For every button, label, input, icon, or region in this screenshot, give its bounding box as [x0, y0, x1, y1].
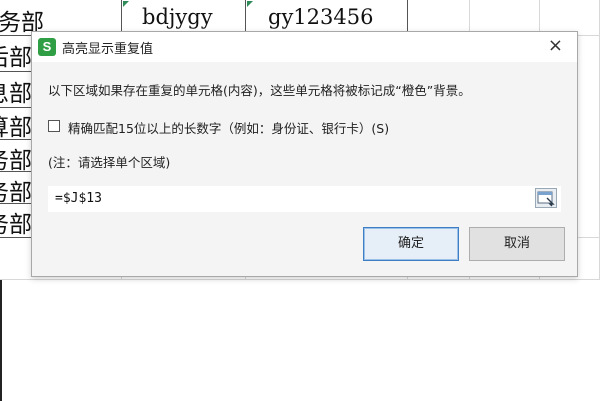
divider — [0, 280, 2, 401]
close-icon[interactable]: × — [548, 35, 563, 57]
cell-text: gy123456 — [268, 5, 374, 29]
long-number-checkbox[interactable] — [48, 120, 60, 132]
range-input[interactable]: =$J$13 — [48, 186, 561, 212]
comment-marker — [247, 1, 253, 7]
dialog-title: 高亮显示重复值 — [62, 42, 154, 57]
row-label-fragment: 后部 — [0, 45, 32, 71]
row-label-fragment: 务部 — [0, 212, 32, 238]
row-label-fragment: 算部 — [0, 115, 32, 141]
row-label-fragment: 务部 — [0, 180, 32, 206]
checkbox-label[interactable]: 精确匹配15位以上的长数字（例如：身份证、银行卡）(S) — [68, 118, 389, 137]
cancel-button[interactable]: 取消 — [469, 227, 565, 261]
ok-button[interactable]: 确定 — [363, 227, 459, 261]
dialog-titlebar[interactable]: S 高亮显示重复值 × — [32, 32, 577, 62]
dialog-description: 以下区域如果存在重复的单元格(内容)，这些单元格将被标记成“橙色”背景。 — [48, 83, 471, 98]
cell-text: bdjygy — [142, 5, 213, 29]
comment-marker — [123, 1, 129, 7]
wps-app-icon: S — [38, 38, 56, 56]
note-text: (注：请选择单个区域) — [48, 155, 171, 170]
sheet-cell[interactable] — [578, 36, 600, 238]
blank-area — [0, 285, 600, 401]
range-select-icon — [537, 191, 555, 207]
highlight-duplicates-dialog: S 高亮显示重复值 × 以下区域如果存在重复的单元格(内容)，这些单元格将被标记… — [31, 31, 578, 277]
row-label-fragment: 息部 — [0, 81, 32, 107]
range-picker-button[interactable] — [535, 188, 557, 208]
row-label-fragment: 务部 — [0, 148, 32, 174]
